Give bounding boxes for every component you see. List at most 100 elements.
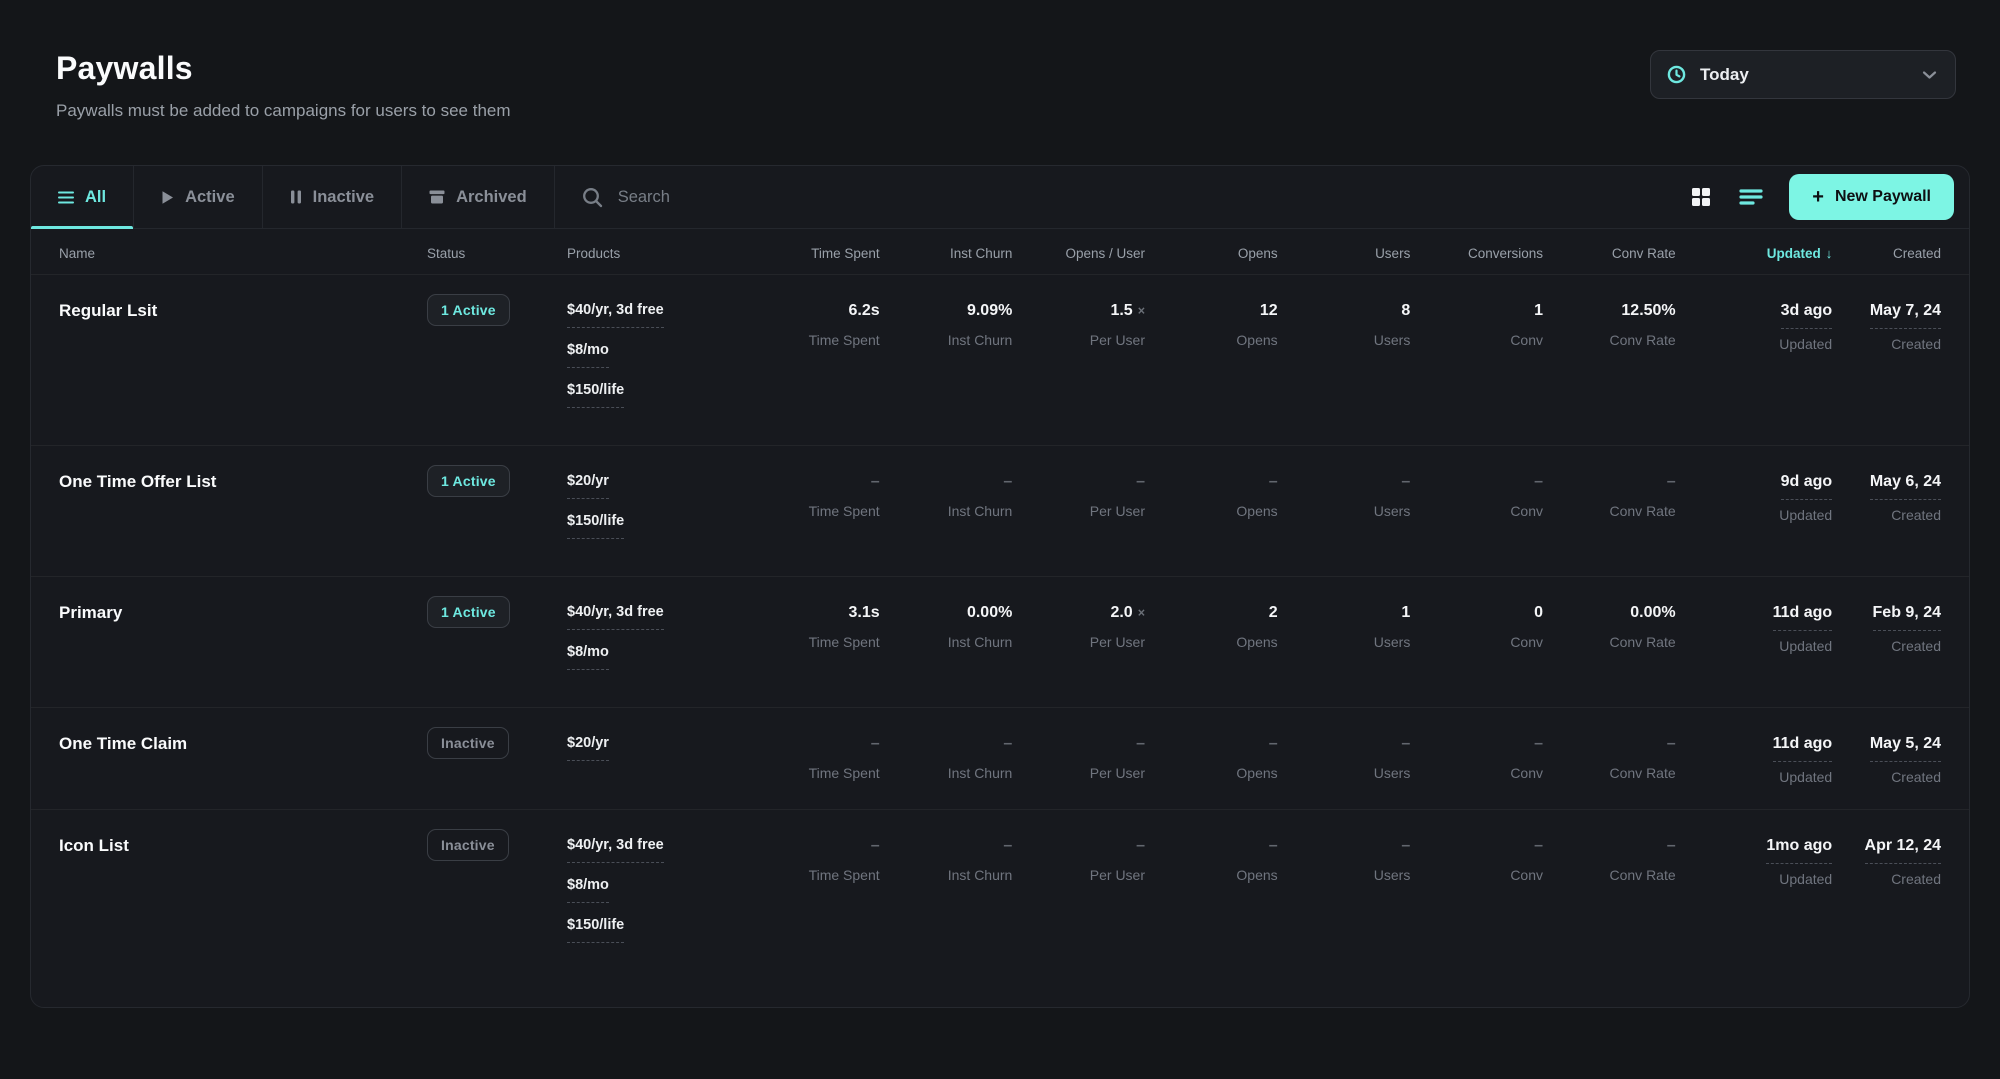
metric-conv-rate: 0.00%Conv Rate bbox=[1543, 603, 1676, 650]
metric-opens-per-user: –Per User bbox=[1012, 734, 1145, 781]
column-header-users[interactable]: Users bbox=[1278, 246, 1411, 261]
metric-inst-churn: –Inst Churn bbox=[880, 734, 1013, 781]
search-icon bbox=[582, 187, 603, 208]
created-cell[interactable]: May 5, 24Created bbox=[1832, 734, 1941, 785]
status-badge: 1 Active bbox=[427, 294, 510, 326]
tab-active[interactable]: Active bbox=[134, 166, 263, 228]
product-price[interactable]: $8/mo bbox=[567, 643, 747, 670]
updated-cell[interactable]: 11d agoUpdated bbox=[1676, 734, 1833, 785]
list-view-button[interactable] bbox=[1739, 188, 1763, 206]
date-filter-dropdown[interactable]: Today bbox=[1650, 50, 1956, 99]
chevron-down-icon bbox=[1922, 70, 1937, 80]
status-badge: Inactive bbox=[427, 727, 509, 759]
multiplier-suffix: × bbox=[1138, 304, 1145, 318]
metric-opens-per-user: –Per User bbox=[1012, 472, 1145, 519]
created-cell[interactable]: May 7, 24Created bbox=[1832, 301, 1941, 352]
date-filter-label: Today bbox=[1700, 65, 1908, 85]
table-row[interactable]: Icon List Inactive $40/yr, 3d free $8/mo… bbox=[31, 809, 1969, 980]
column-header-time-spent[interactable]: Time Spent bbox=[747, 246, 880, 261]
status-badge: 1 Active bbox=[427, 596, 510, 628]
product-price[interactable]: $20/yr bbox=[567, 472, 747, 499]
product-price[interactable]: $40/yr, 3d free bbox=[567, 603, 747, 630]
products-cell: $20/yr bbox=[567, 734, 747, 774]
column-header-products[interactable]: Products bbox=[567, 246, 747, 261]
metric-conversions: –Conv bbox=[1410, 472, 1543, 519]
tab-all-label: All bbox=[85, 188, 106, 207]
column-header-inst-churn[interactable]: Inst Churn bbox=[880, 246, 1013, 261]
paywalls-card: All Active Inactive bbox=[30, 165, 1970, 1008]
grid-view-button[interactable] bbox=[1690, 186, 1712, 208]
status-badge: Inactive bbox=[427, 829, 509, 861]
updated-cell[interactable]: 11d agoUpdated bbox=[1676, 603, 1833, 654]
products-cell: $20/yr $150/life bbox=[567, 472, 747, 552]
tab-all[interactable]: All bbox=[31, 166, 134, 228]
product-price[interactable]: $150/life bbox=[567, 916, 747, 943]
table-row[interactable]: Primary 1 Active $40/yr, 3d free $8/mo 3… bbox=[31, 576, 1969, 707]
table-row[interactable]: One Time Claim Inactive $20/yr –Time Spe… bbox=[31, 707, 1969, 809]
metric-inst-churn: –Inst Churn bbox=[880, 836, 1013, 883]
updated-cell[interactable]: 9d agoUpdated bbox=[1676, 472, 1833, 523]
table-header-row: Name Status Products Time Spent Inst Chu… bbox=[31, 229, 1969, 274]
search-box[interactable] bbox=[555, 166, 1681, 228]
metric-users: 1Users bbox=[1278, 603, 1411, 650]
paywall-name: Primary bbox=[59, 603, 427, 623]
metric-conv-rate: –Conv Rate bbox=[1543, 472, 1676, 519]
products-cell: $40/yr, 3d free $8/mo bbox=[567, 603, 747, 683]
created-cell[interactable]: May 6, 24Created bbox=[1832, 472, 1941, 523]
metric-users: –Users bbox=[1278, 472, 1411, 519]
updated-cell[interactable]: 1mo agoUpdated bbox=[1676, 836, 1833, 887]
table-row[interactable]: One Time Offer List 1 Active $20/yr $150… bbox=[31, 445, 1969, 576]
column-header-opens[interactable]: Opens bbox=[1145, 246, 1278, 261]
metric-time-spent: –Time Spent bbox=[747, 734, 880, 781]
tab-inactive-label: Inactive bbox=[313, 188, 374, 207]
new-paywall-label: New Paywall bbox=[1835, 188, 1931, 206]
paywall-name: One Time Offer List bbox=[59, 472, 427, 492]
status-tabs: All Active Inactive bbox=[31, 166, 555, 228]
column-header-updated[interactable]: Updated↓ bbox=[1676, 246, 1833, 261]
multiplier-suffix: × bbox=[1138, 606, 1145, 620]
metric-opens: –Opens bbox=[1145, 734, 1278, 781]
new-paywall-button[interactable]: + New Paywall bbox=[1789, 174, 1954, 220]
product-price[interactable]: $150/life bbox=[567, 381, 747, 408]
created-cell[interactable]: Feb 9, 24Created bbox=[1832, 603, 1941, 654]
column-header-conv-rate[interactable]: Conv Rate bbox=[1543, 246, 1676, 261]
paywalls-page: Paywalls Paywalls must be added to campa… bbox=[0, 0, 2000, 1079]
plus-icon: + bbox=[1812, 187, 1824, 207]
column-header-name[interactable]: Name bbox=[59, 246, 427, 261]
product-price[interactable]: $8/mo bbox=[567, 876, 747, 903]
tab-active-label: Active bbox=[185, 188, 235, 207]
updated-cell[interactable]: 3d agoUpdated bbox=[1676, 301, 1833, 352]
metric-users: –Users bbox=[1278, 734, 1411, 781]
tab-inactive[interactable]: Inactive bbox=[263, 166, 402, 228]
list-view-icon bbox=[1739, 188, 1763, 206]
metric-conversions: 1Conv bbox=[1410, 301, 1543, 348]
table-toolbar: All Active Inactive bbox=[31, 166, 1969, 229]
column-header-conversions[interactable]: Conversions bbox=[1410, 246, 1543, 261]
metric-opens: 2Opens bbox=[1145, 603, 1278, 650]
metric-inst-churn: –Inst Churn bbox=[880, 472, 1013, 519]
created-cell[interactable]: Apr 12, 24Created bbox=[1832, 836, 1941, 887]
column-header-created[interactable]: Created bbox=[1832, 246, 1941, 261]
product-price[interactable]: $8/mo bbox=[567, 341, 747, 368]
status-cell: Inactive bbox=[427, 836, 567, 861]
column-header-opens-user[interactable]: Opens / User bbox=[1012, 246, 1145, 261]
metric-conv-rate: –Conv Rate bbox=[1543, 836, 1676, 883]
metric-users: 8Users bbox=[1278, 301, 1411, 348]
product-price[interactable]: $150/life bbox=[567, 512, 747, 539]
metric-conversions: 0Conv bbox=[1410, 603, 1543, 650]
products-cell: $40/yr, 3d free $8/mo $150/life bbox=[567, 836, 747, 956]
metric-time-spent: –Time Spent bbox=[747, 472, 880, 519]
metric-time-spent: 3.1sTime Spent bbox=[747, 603, 880, 650]
product-price[interactable]: $20/yr bbox=[567, 734, 747, 761]
product-price[interactable]: $40/yr, 3d free bbox=[567, 836, 747, 863]
tab-archived[interactable]: Archived bbox=[402, 166, 555, 228]
column-header-status[interactable]: Status bbox=[427, 246, 567, 261]
grid-view-icon bbox=[1690, 186, 1712, 208]
product-price[interactable]: $40/yr, 3d free bbox=[567, 301, 747, 328]
view-toggles bbox=[1680, 166, 1789, 228]
metric-users: –Users bbox=[1278, 836, 1411, 883]
status-cell: 1 Active bbox=[427, 301, 567, 326]
search-input[interactable] bbox=[618, 188, 1681, 207]
table-row[interactable]: Regular Lsit 1 Active $40/yr, 3d free $8… bbox=[31, 274, 1969, 445]
metric-opens-per-user: 2.0×Per User bbox=[1012, 603, 1145, 650]
